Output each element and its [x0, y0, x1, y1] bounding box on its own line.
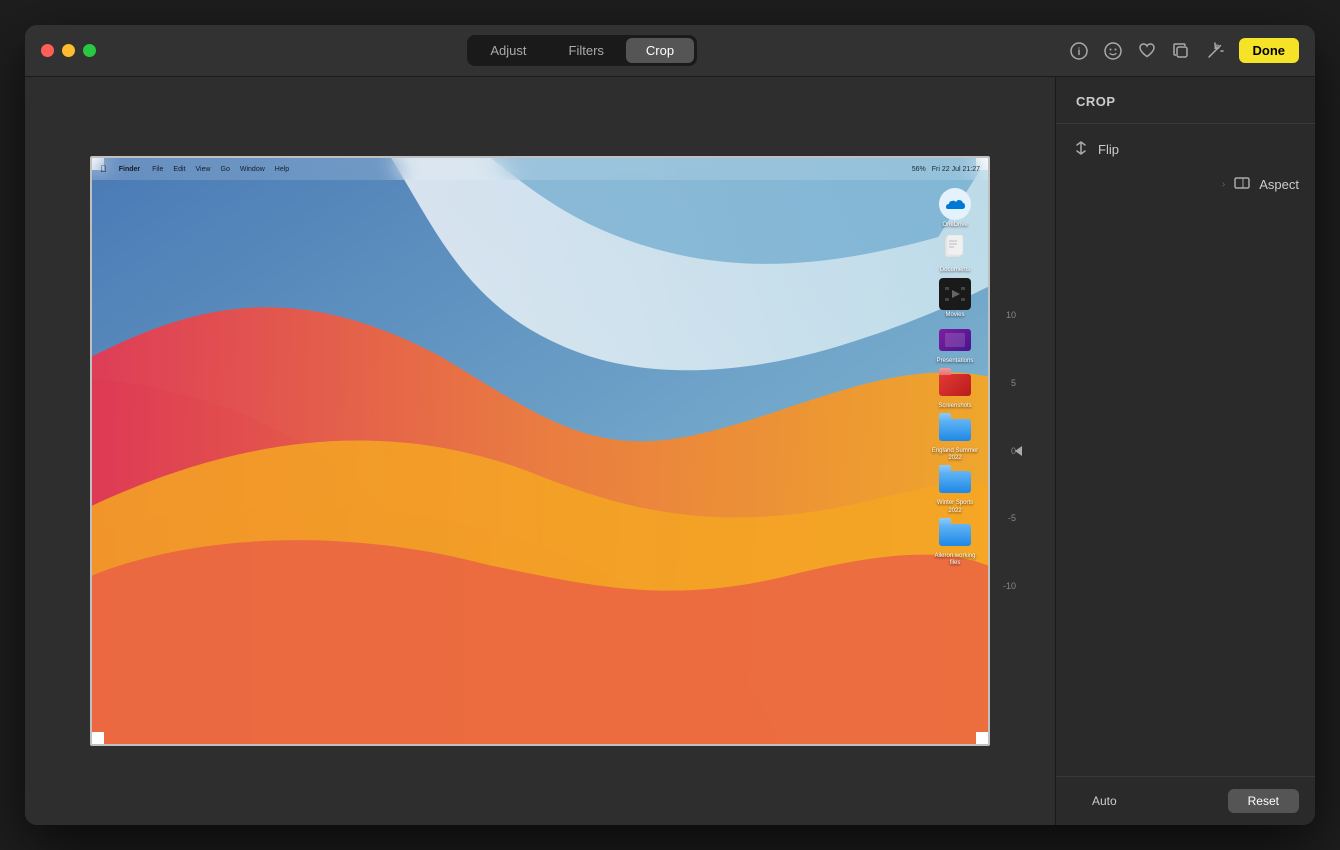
winter-folder-icon [939, 466, 971, 498]
tab-group: Adjust Filters Crop [467, 35, 697, 66]
content:  Finder File Edit View Go Window Help [25, 77, 1315, 825]
rotation-ruler: 10 5 0 -5 -10 [992, 301, 1020, 601]
info-icon[interactable]: i [1069, 41, 1089, 61]
list-item: Winter Sports 2022 [930, 466, 980, 514]
flip-icon [1072, 140, 1090, 159]
auto-button[interactable]: Auto [1072, 789, 1137, 813]
list-item: England Summer 2022 [930, 414, 980, 462]
editor-area:  Finder File Edit View Go Window Help [25, 77, 1055, 825]
aileron-folder-label: Aileron working files [930, 553, 980, 567]
reset-button[interactable]: Reset [1228, 789, 1299, 813]
flip-item[interactable]: Flip [1056, 132, 1315, 167]
england-folder-icon [939, 414, 971, 446]
onedrive-label: OneDrive [942, 222, 967, 229]
flip-label: Flip [1098, 142, 1119, 157]
documents-icon [939, 233, 971, 265]
list-item: Presentations [930, 324, 980, 365]
list-item: Movies [930, 278, 980, 319]
right-panel: CROP Flip › [1055, 77, 1315, 825]
ruler-label-neg5: -5 [1008, 514, 1020, 523]
tab-adjust[interactable]: Adjust [470, 38, 546, 63]
menu-help: Help [275, 166, 289, 173]
list-item: OneDrive [930, 188, 980, 229]
aileron-folder-icon [939, 519, 971, 551]
crop-corner-bl[interactable] [90, 732, 104, 746]
aspect-label: Aspect [1259, 177, 1299, 192]
tab-filters[interactable]: Filters [549, 38, 624, 63]
onedrive-icon [939, 188, 971, 220]
desktop-icons: OneDrive [930, 188, 980, 567]
screenshots-icon [939, 369, 971, 401]
close-button[interactable] [41, 44, 54, 57]
panel-title: CROP [1076, 94, 1116, 109]
menu-view: View [195, 166, 210, 173]
battery-indicator: 56% [912, 166, 926, 173]
crop-corner-br[interactable] [976, 732, 990, 746]
ruler-label-10: 10 [1006, 311, 1020, 320]
ruler-marks: 10 5 0 -5 -10 [992, 311, 1020, 591]
aspect-icon [1233, 175, 1251, 194]
ruler-label-5: 5 [1011, 379, 1020, 388]
tab-crop[interactable]: Crop [626, 38, 694, 63]
menu-file: File [152, 166, 163, 173]
traffic-lights [41, 44, 96, 57]
ruler-label-neg10: -10 [1003, 582, 1020, 591]
apple-logo:  [100, 164, 107, 174]
emoji-icon[interactable] [1103, 41, 1123, 61]
minimize-button[interactable] [62, 44, 75, 57]
svg-text:i: i [1077, 47, 1080, 58]
heart-icon[interactable] [1137, 41, 1157, 61]
list-item: Screenshots [930, 369, 980, 410]
mac-menubar:  Finder File Edit View Go Window Help [92, 158, 988, 180]
documents-label: Documents [940, 267, 970, 274]
main-window: Adjust Filters Crop i [25, 25, 1315, 825]
presentations-label: Presentations [937, 358, 974, 365]
titlebar-right: i [1069, 38, 1300, 63]
menu-edit: Edit [173, 166, 185, 173]
ruler-indicator [1015, 446, 1022, 456]
movies-icon [939, 278, 971, 310]
datetime: Fri 22 Jul 21:27 [932, 166, 980, 173]
list-item: Documents [930, 233, 980, 274]
panel-header: CROP [1056, 77, 1315, 124]
list-item: Aileron working files [930, 519, 980, 567]
image-preview[interactable]:  Finder File Edit View Go Window Help [90, 156, 990, 746]
mac-menu-items: File Edit View Go Window Help [152, 166, 289, 173]
desktop-background:  Finder File Edit View Go Window Help [92, 158, 988, 744]
menu-go: Go [221, 166, 230, 173]
mac-menubar-right: 56% Fri 22 Jul 21:27 [912, 166, 980, 173]
done-button[interactable]: Done [1239, 38, 1300, 63]
england-folder-label: England Summer 2022 [930, 448, 980, 462]
panel-body: Flip › Aspect [1056, 124, 1315, 776]
canvas-wrapper:  Finder File Edit View Go Window Help [90, 156, 990, 746]
presentations-icon [939, 324, 971, 356]
aspect-chevron: › [1222, 179, 1225, 190]
maximize-button[interactable] [83, 44, 96, 57]
menu-window: Window [240, 166, 265, 173]
winter-folder-label: Winter Sports 2022 [930, 500, 980, 514]
duplicate-icon[interactable] [1171, 41, 1191, 61]
magic-icon[interactable] [1205, 41, 1225, 61]
finder-app-name: Finder [119, 166, 140, 173]
movies-label: Movies [945, 312, 964, 319]
panel-footer: Auto Reset [1056, 776, 1315, 825]
aspect-item[interactable]: › Aspect [1056, 167, 1315, 202]
titlebar: Adjust Filters Crop i [25, 25, 1315, 77]
screenshots-label: Screenshots [938, 403, 971, 410]
